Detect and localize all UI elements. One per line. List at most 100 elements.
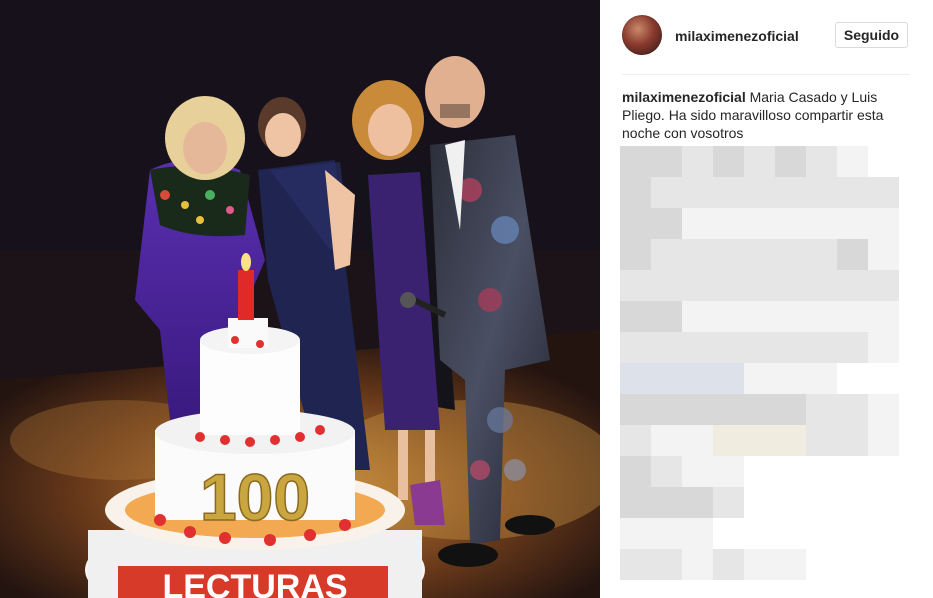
blurred-comment-cell [744,270,775,301]
blurred-comments [620,146,920,598]
blurred-comment-cell [620,177,651,208]
post-side-panel: milaximenezoficial Seguido milaximenezof… [600,0,933,598]
blurred-comment-cell [837,549,868,580]
blurred-comment-cell [868,363,899,394]
blurred-comment-cell [713,487,744,518]
blurred-comment-cell [837,208,868,239]
blurred-comment-cell [651,487,682,518]
blurred-comment-cell [868,456,899,487]
blurred-comment-cell [868,301,899,332]
blurred-comment-cell [682,301,713,332]
blurred-comment-cell [775,208,806,239]
blurred-comment-cell [651,425,682,456]
blurred-comment-cell [713,301,744,332]
blurred-comment-cell [713,456,744,487]
blurred-comment-cell [713,518,744,549]
blurred-comment-cell [620,270,651,301]
blurred-comment-cell [651,177,682,208]
blurred-comment-cell [868,549,899,580]
blurred-comment-cell [837,332,868,363]
blurred-comment-cell [713,549,744,580]
blurred-comment-cell [682,456,713,487]
blurred-comment-cell [651,549,682,580]
blurred-comment-cell [806,456,837,487]
blurred-comment-cell [806,518,837,549]
blurred-comment-cell [868,518,899,549]
blurred-comment-cell [682,394,713,425]
blurred-comment-cell [806,425,837,456]
blurred-comment-cell [682,549,713,580]
blurred-comment-cell [775,301,806,332]
blurred-comment-cell [775,270,806,301]
blurred-comment-cell [775,518,806,549]
caption-username-link[interactable]: milaximenezoficial [622,89,746,105]
blurred-comment-cell [744,487,775,518]
blurred-comment-cell [868,146,899,177]
blurred-comment-cell [775,549,806,580]
blurred-comment-cell [713,177,744,208]
blurred-comment-cell [806,487,837,518]
blurred-comment-cell [620,239,651,270]
post-photo[interactable]: 100 LECTURAS [0,0,600,598]
blurred-comment-cell [713,394,744,425]
blurred-comment-cell [806,270,837,301]
blurred-comment-cell [868,332,899,363]
header-divider [622,74,910,75]
blurred-comment-cell [620,549,651,580]
blurred-comment-cell [651,208,682,239]
blurred-comment-cell [651,301,682,332]
blurred-comment-cell [837,394,868,425]
blurred-comment-cell [775,487,806,518]
blurred-comment-cell [837,456,868,487]
blurred-comment-cell [837,177,868,208]
blurred-comment-cell [868,239,899,270]
blurred-comment-cell [682,270,713,301]
blurred-comment-cell [868,487,899,518]
blurred-comment-cell [682,146,713,177]
blurred-comment-cell [837,487,868,518]
blurred-comment-cell [806,239,837,270]
blurred-comment-cell [775,456,806,487]
blurred-comment-cell [806,177,837,208]
following-button[interactable]: Seguido [835,22,908,48]
blurred-comment-cell [806,208,837,239]
blurred-comment-cell [775,177,806,208]
blurred-comment-cell [682,425,713,456]
blurred-comment-cell [775,425,806,456]
blurred-comment-cell [868,208,899,239]
blurred-comment-cell [775,332,806,363]
blurred-comment-cell [775,239,806,270]
blurred-comment-cell [806,146,837,177]
blurred-comment-cell [713,270,744,301]
blurred-comment-cell [682,239,713,270]
blurred-comment-cell [744,425,775,456]
blurred-comment-cell [620,208,651,239]
blurred-comment-cell [837,518,868,549]
blurred-comment-cell [837,239,868,270]
blurred-comment-cell [620,394,651,425]
blurred-comment-cell [682,487,713,518]
post-header: milaximenezoficial Seguido [622,14,912,58]
username-link[interactable]: milaximenezoficial [675,28,799,44]
blurred-comment-cell [837,270,868,301]
blurred-comment-cell [806,332,837,363]
blurred-comment-cell [713,363,744,394]
blurred-comment-cell [806,549,837,580]
blurred-comment-cell [682,332,713,363]
blurred-comment-cell [868,394,899,425]
blurred-comment-cell [744,332,775,363]
blurred-comment-cell [744,208,775,239]
blurred-comment-cell [806,394,837,425]
blurred-comment-cell [620,518,651,549]
blurred-comment-cell [744,363,775,394]
blurred-comment-cell [806,301,837,332]
blurred-comment-cell [651,394,682,425]
avatar[interactable] [622,15,662,55]
blurred-comment-cell [620,363,651,394]
blurred-comment-cell [682,177,713,208]
blurred-comment-cell [868,270,899,301]
blurred-comment-cell [651,332,682,363]
blurred-comment-cell [837,363,868,394]
blurred-comment-cell [651,456,682,487]
blurred-comment-cell [682,208,713,239]
